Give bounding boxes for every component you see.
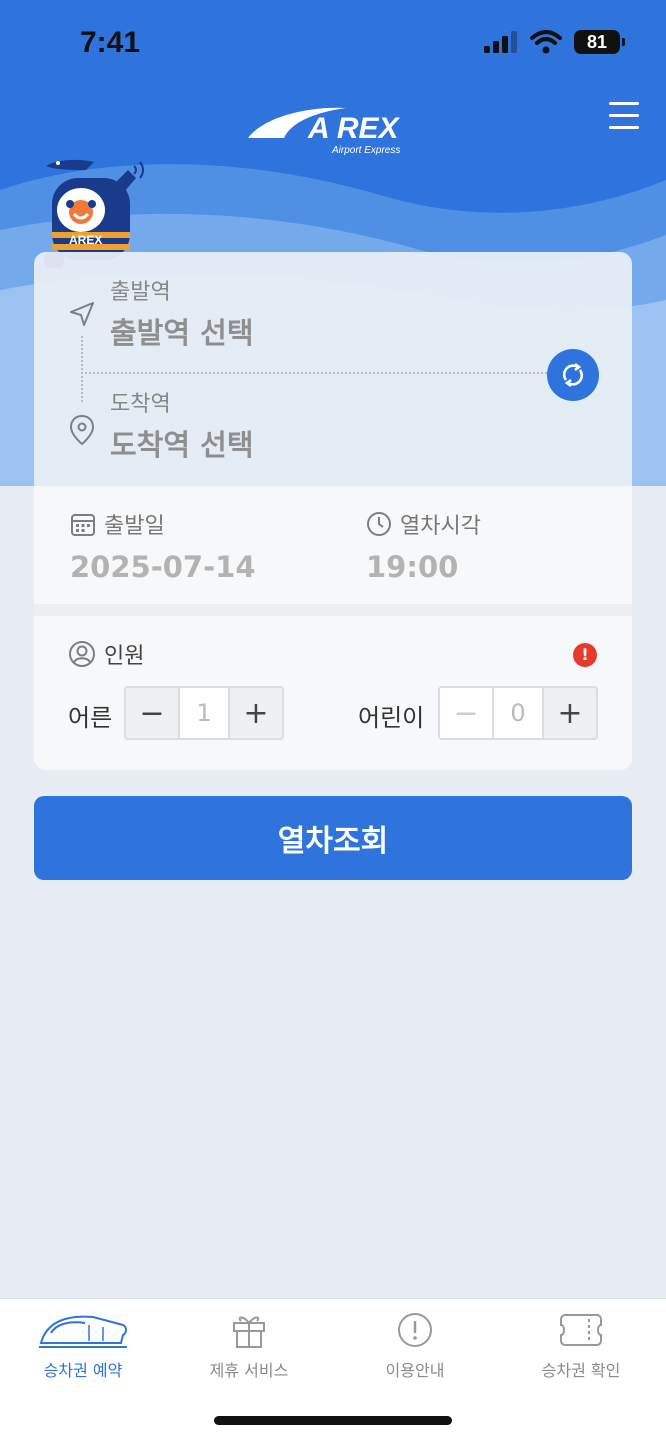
passenger-label-group: 인원 [68, 638, 144, 670]
adult-minus-button[interactable]: − [126, 688, 178, 738]
arrival-station-select[interactable]: 도착역 선택 [110, 422, 254, 464]
signal-icon [484, 31, 517, 53]
swap-stations-button[interactable] [547, 349, 599, 401]
adult-count: 1 [178, 688, 230, 738]
section-divider [34, 604, 632, 616]
svg-text:A REX: A REX [307, 112, 401, 145]
departure-date-value[interactable]: 2025-07-14 [70, 550, 256, 584]
child-plus-button[interactable]: + [544, 688, 596, 738]
tab-usage-guide[interactable]: 이용안내 [332, 1299, 498, 1409]
status-time: 7:41 [80, 26, 141, 59]
menu-icon [609, 102, 639, 105]
calendar-icon [71, 514, 95, 536]
passenger-label: 인원 [104, 644, 145, 669]
clock-icon [367, 512, 391, 536]
child-minus-button[interactable]: − [440, 688, 492, 738]
tab-label: 제휴 서비스 [209, 1361, 289, 1380]
adult-plus-button[interactable]: + [230, 688, 282, 738]
passenger-section: 인원 ! 어른 − 1 + 어린이 − 0 + [34, 616, 632, 770]
person-icon [69, 641, 95, 667]
wifi-icon [530, 30, 562, 54]
battery-indicator: 81 [574, 30, 625, 54]
booking-card: 출발역 출발역 선택 도착역 도착역 선택 출발일 2025-07-14 열차시… [34, 252, 632, 770]
tab-label: 이용안내 [385, 1361, 445, 1380]
departure-label: 출발역 [110, 280, 171, 305]
date-time-section: 출발일 2025-07-14 열차시각 19:00 [34, 486, 632, 604]
route-section: 출발역 출발역 선택 도착역 도착역 선택 [34, 252, 632, 486]
tab-label: 승차권 확인 [541, 1361, 621, 1380]
tab-ticket-check[interactable]: 승차권 확인 [498, 1299, 664, 1409]
status-icons: 81 [484, 30, 625, 54]
train-icon [39, 1315, 127, 1348]
home-indicator [214, 1416, 452, 1425]
child-stepper: − 0 + [438, 686, 598, 740]
route-connector-line [81, 336, 83, 402]
tab-label: 승차권 예약 [43, 1361, 123, 1380]
adult-label: 어른 [68, 704, 113, 732]
arrival-label: 도착역 [110, 392, 171, 417]
menu-button[interactable] [604, 102, 644, 134]
location-pin-icon [69, 414, 95, 446]
alert-icon[interactable]: ! [573, 643, 597, 667]
search-trains-button[interactable]: 열차조회 [34, 796, 632, 880]
train-time-value[interactable]: 19:00 [366, 550, 458, 584]
ticket-icon [560, 1314, 602, 1346]
arex-logo: A REX Airport Express [248, 107, 401, 156]
train-time-label-group: 열차시각 [366, 508, 481, 540]
navigation-arrow-icon [70, 302, 94, 326]
tab-partner-services[interactable]: 제휴 서비스 [166, 1299, 332, 1409]
child-label: 어린이 [358, 704, 425, 732]
gift-icon [233, 1316, 265, 1348]
tab-ticket-booking[interactable]: 승차권 예약 [0, 1299, 166, 1409]
adult-stepper: − 1 + [124, 686, 284, 740]
info-icon [398, 1313, 432, 1347]
departure-station-select[interactable]: 출발역 선택 [110, 310, 254, 352]
status-bar: 7:41 81 [0, 0, 666, 90]
child-count: 0 [492, 688, 544, 738]
route-divider-line [81, 372, 551, 374]
train-time-label: 열차시각 [400, 514, 481, 539]
swap-icon [562, 362, 584, 388]
svg-text:AREX: AREX [69, 233, 102, 247]
departure-date-label-group: 출발일 [70, 508, 165, 540]
departure-date-label: 출발일 [104, 514, 165, 539]
svg-text:Airport Express: Airport Express [331, 145, 400, 156]
